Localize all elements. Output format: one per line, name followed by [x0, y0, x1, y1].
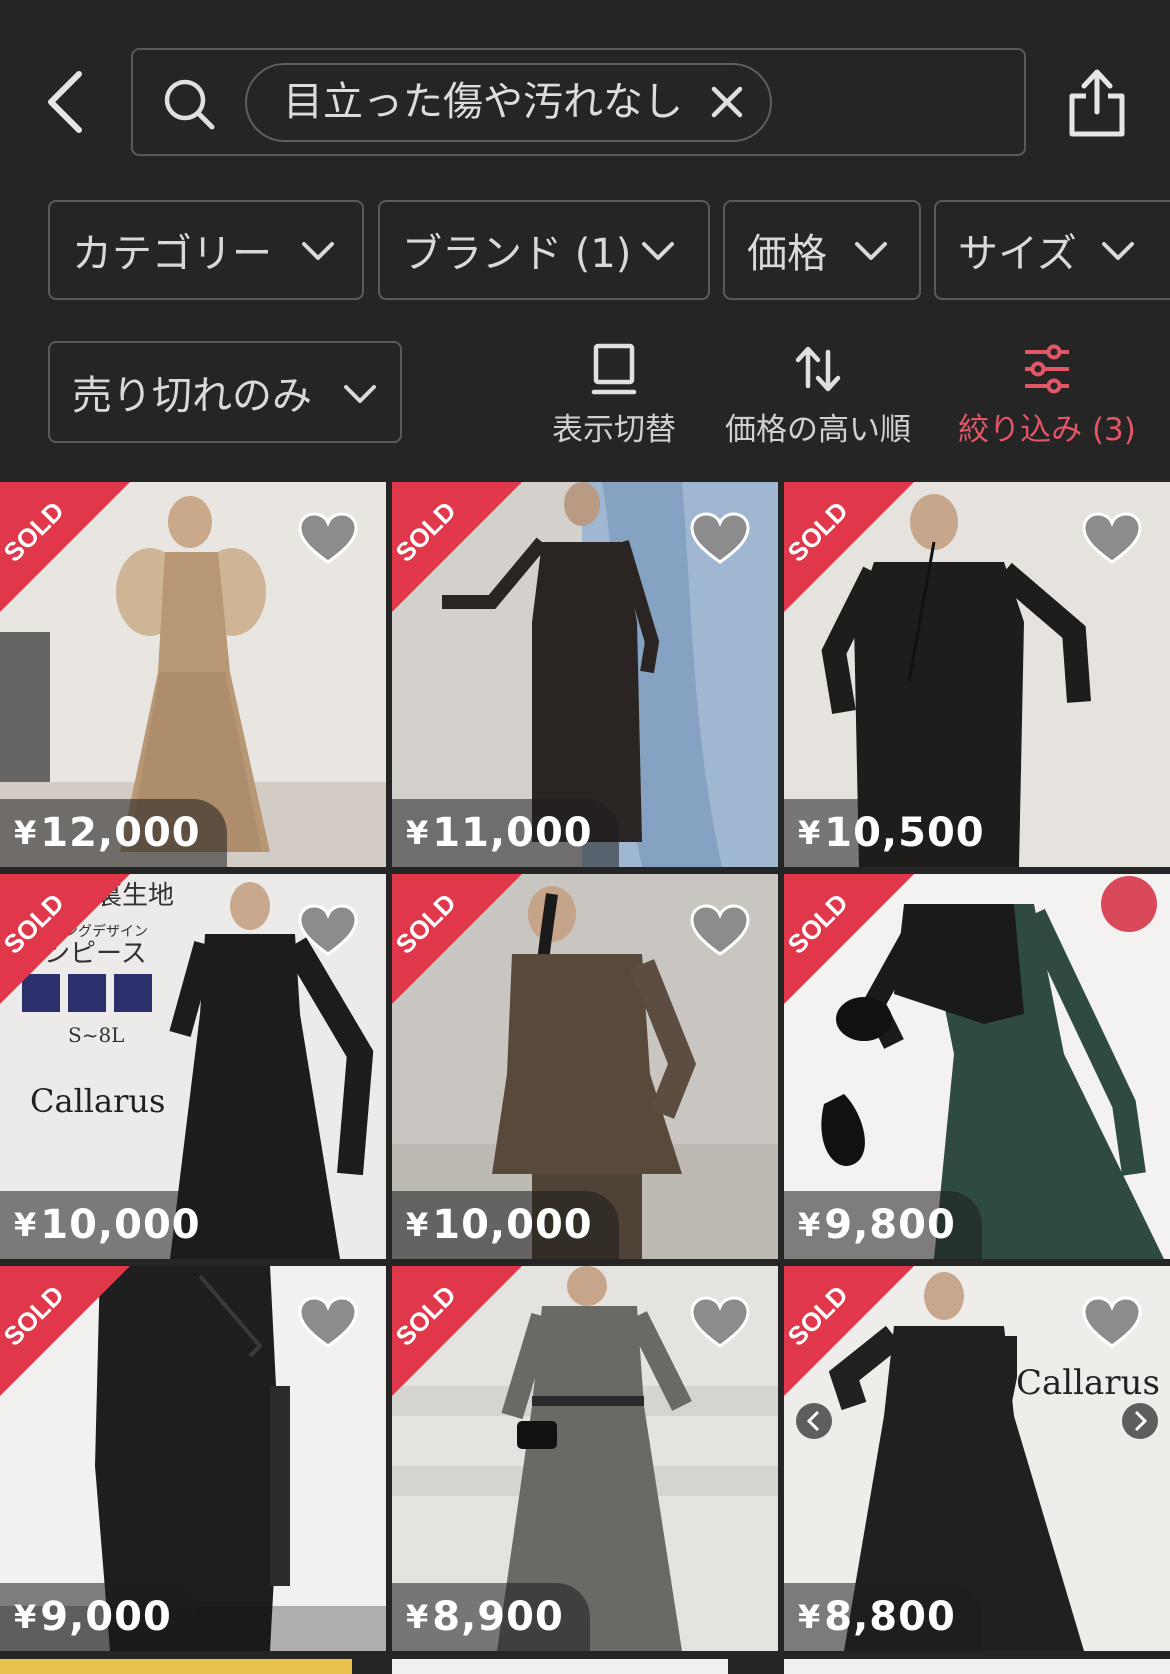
filter-price-label: 価格 [747, 231, 827, 277]
chevron-left-icon [48, 71, 82, 133]
heart-icon[interactable] [690, 904, 750, 958]
product-card[interactable]: SOLD ¥ 10,500 [784, 482, 1170, 867]
price-value: 9,800 [824, 1202, 956, 1248]
price-tag: ¥ 8,800 [784, 1583, 982, 1651]
product-card[interactable]: SOLD ¥ 11,000 [392, 482, 778, 867]
filter-brand-label: ブランド (1) [402, 231, 632, 277]
price-currency: ¥ [406, 1598, 429, 1636]
price-currency: ¥ [406, 1206, 429, 1244]
filter-category-label: カテゴリー [72, 231, 272, 277]
sort-button[interactable]: 価格の高い順 [722, 342, 914, 448]
product-card[interactable]: SOLD ¥ 8,900 [392, 1266, 778, 1651]
product-card[interactable]: SOLD ¥ 10,000 [392, 874, 778, 1259]
price-tag: ¥ 10,000 [392, 1191, 619, 1259]
share-button[interactable] [1062, 66, 1132, 140]
sold-ribbon: SOLD [0, 874, 130, 1004]
filter-brand[interactable]: ブランド (1) [378, 200, 710, 300]
display-mode-icon [591, 343, 637, 395]
next-row-thumbnail [392, 1659, 728, 1674]
filter-sold-status-label: 売り切れのみ [72, 373, 312, 419]
price-value: 10,000 [40, 1202, 201, 1248]
refine-button[interactable]: 絞り込み (3) [958, 342, 1136, 448]
filter-size[interactable]: サイズ [934, 200, 1170, 300]
sort-arrows-icon [795, 346, 841, 392]
photo-overlay-text: S~8L [68, 1023, 124, 1047]
top-bar: 目立った傷や汚れなし [0, 0, 1170, 200]
share-icon [1069, 69, 1125, 137]
sold-ribbon: SOLD [392, 874, 522, 1004]
price-value: 8,800 [824, 1594, 956, 1640]
price-tag: ¥ 8,900 [392, 1583, 590, 1651]
product-card[interactable]: SOLD ¥ 9,800 [784, 874, 1170, 1259]
photo-overlay-text: Callarus [1016, 1363, 1160, 1403]
filter-price[interactable]: 価格 [723, 200, 921, 300]
next-row-peek [0, 1655, 1170, 1674]
heart-icon[interactable] [690, 512, 750, 566]
heart-icon[interactable] [298, 512, 358, 566]
sold-ribbon: SOLD [784, 874, 914, 1004]
search-query-chip[interactable]: 目立った傷や汚れなし [245, 63, 772, 142]
sold-ribbon: SOLD [784, 482, 914, 612]
sold-ribbon: SOLD [784, 1266, 914, 1396]
next-row-thumbnail [0, 1659, 352, 1674]
heart-icon[interactable] [1082, 1296, 1142, 1350]
product-card[interactable]: SOLD ¥ 9,000 [0, 1266, 386, 1651]
price-value: 9,000 [40, 1594, 172, 1640]
heart-icon[interactable] [298, 904, 358, 958]
search-query-text: 目立った傷や汚れなし [283, 79, 683, 125]
display-toggle-label: 表示切替 [552, 412, 676, 448]
sold-ribbon: SOLD [0, 482, 130, 612]
price-tag: ¥ 10,000 [0, 1191, 227, 1259]
product-card[interactable]: 裏生地 イピングデザイン ンピース S~8L Callarus SOLD ¥ 1… [0, 874, 386, 1259]
filter-sliders-icon [1025, 344, 1069, 394]
price-currency: ¥ [14, 1206, 37, 1244]
price-tag: ¥ 9,000 [0, 1583, 198, 1651]
product-card[interactable]: Callarus SOLD ¥ 8,800 [784, 1266, 1170, 1651]
sold-ribbon: SOLD [392, 1266, 522, 1396]
price-currency: ¥ [798, 1206, 821, 1244]
price-value: 10,000 [432, 1202, 593, 1248]
price-currency: ¥ [798, 1598, 821, 1636]
close-icon[interactable] [706, 81, 748, 123]
heart-icon[interactable] [298, 1296, 358, 1350]
search-icon [164, 79, 215, 130]
product-card[interactable]: SOLD ¥ 12,000 [0, 482, 386, 867]
chevron-down-icon [302, 242, 334, 260]
heart-icon[interactable] [1082, 512, 1142, 566]
price-value: 11,000 [432, 810, 593, 856]
price-currency: ¥ [14, 814, 37, 852]
filter-size-label: サイズ [958, 231, 1077, 277]
price-value: 8,900 [432, 1594, 564, 1640]
filter-sold-status[interactable]: 売り切れのみ [48, 341, 402, 443]
chevron-down-icon [344, 385, 376, 403]
sold-ribbon: SOLD [0, 1266, 130, 1396]
chevron-down-icon [855, 242, 887, 260]
price-tag: ¥ 9,800 [784, 1191, 982, 1259]
chevron-down-icon [1102, 242, 1134, 260]
price-currency: ¥ [406, 814, 429, 852]
price-value: 12,000 [40, 810, 201, 856]
price-currency: ¥ [14, 1598, 37, 1636]
price-tag: ¥ 12,000 [0, 799, 227, 867]
photo-overlay-text: Callarus [30, 1082, 165, 1120]
price-currency: ¥ [798, 814, 821, 852]
price-value: 10,500 [824, 810, 985, 856]
next-row-thumbnail [784, 1659, 1170, 1674]
heart-icon[interactable] [690, 1296, 750, 1350]
filter-category[interactable]: カテゴリー [48, 200, 364, 300]
refine-label: 絞り込み (3) [958, 412, 1136, 448]
back-button[interactable] [30, 62, 100, 142]
price-tag: ¥ 11,000 [392, 799, 619, 867]
search-bar[interactable]: 目立った傷や汚れなし [131, 48, 1026, 156]
sold-ribbon: SOLD [392, 482, 522, 612]
sort-label: 価格の高い順 [725, 412, 911, 448]
chevron-down-icon [642, 242, 674, 260]
price-tag: ¥ 10,500 [784, 799, 1011, 867]
display-toggle-button[interactable]: 表示切替 [548, 342, 680, 448]
